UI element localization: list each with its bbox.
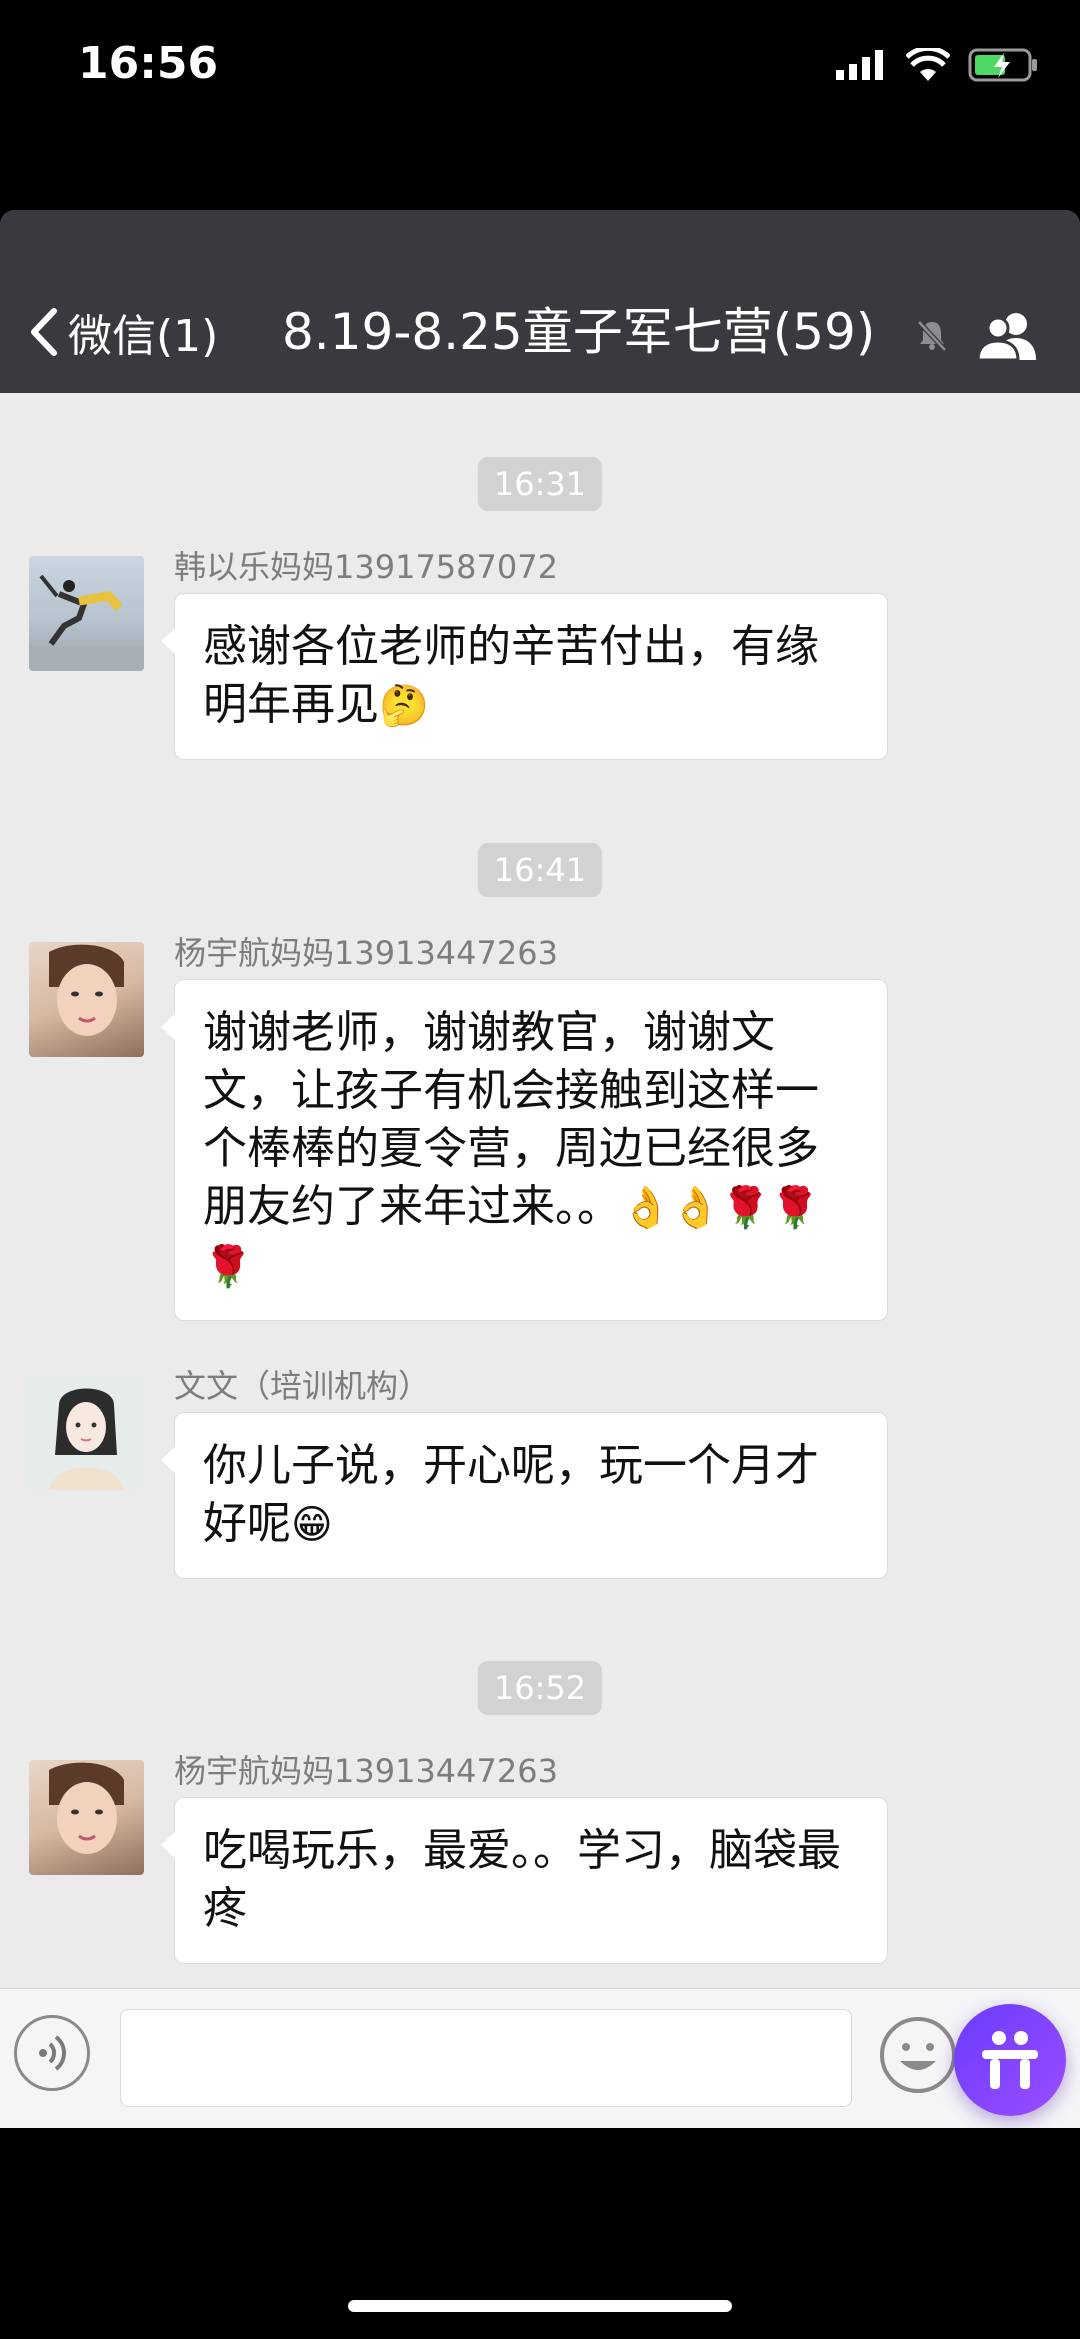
avatar[interactable]: [29, 942, 144, 1057]
mute-bell-icon: [917, 320, 947, 352]
battery-charging-icon: [968, 48, 1037, 82]
emoji-icon[interactable]: [878, 2015, 958, 2095]
status-time: 16:56: [78, 38, 219, 89]
sender-name: 韩以乐妈妈13917587072: [174, 548, 558, 586]
message-emoji: 🤔: [379, 683, 429, 729]
input-bar: [0, 1988, 1080, 2129]
message-input[interactable]: [120, 2009, 852, 2107]
message-text: 感谢各位老师的辛苦付出，有缘明年再见: [203, 621, 819, 730]
chat-title: 8.19-8.25童子军七营(59): [282, 303, 876, 361]
assistant-fab[interactable]: [954, 2004, 1066, 2116]
message-bubble[interactable]: 感谢各位老师的辛苦付出，有缘明年再见🤔: [161, 593, 888, 760]
message-bubble[interactable]: 谢谢老师，谢谢教官，谢谢文文，让孩子有机会接触到这样一个棒棒的夏令营，周边已经很…: [161, 979, 888, 1321]
sender-name: 杨宇航妈妈13913447263: [174, 1752, 558, 1790]
avatar[interactable]: [29, 1760, 144, 1875]
chevron-left-icon: [31, 308, 57, 356]
group-members-icon[interactable]: [976, 310, 1044, 362]
assistant-fab-icon: [982, 2031, 1038, 2089]
avatar[interactable]: [29, 1375, 144, 1490]
timestamp: 16:52: [477, 1661, 603, 1715]
status-bar: 16:56: [0, 0, 1080, 130]
chat-messages[interactable]: 16:31 韩以乐妈妈13917587072 感谢各位老师的辛苦付出，有缘明年再…: [0, 393, 1080, 1988]
wifi-icon: [906, 48, 950, 81]
home-indicator[interactable]: [348, 2300, 732, 2312]
sender-name: 文文（培训机构）: [174, 1367, 431, 1405]
message-bubble[interactable]: 吃喝玩乐，最爱。。学习，脑袋最疼: [161, 1797, 888, 1964]
voice-button[interactable]: [14, 2015, 90, 2091]
avatar[interactable]: [29, 556, 144, 671]
back-button[interactable]: 微信(1): [28, 302, 218, 362]
timestamp: 16:41: [477, 843, 603, 897]
voice-icon: [39, 2035, 66, 2071]
back-label: 微信(1): [68, 311, 219, 362]
timestamp: 16:31: [477, 457, 603, 511]
chat-header: 微信(1) 8.19-8.25童子军七营(59): [0, 210, 1080, 393]
status-icons: [836, 48, 1040, 82]
signal-icon: [836, 50, 883, 80]
message-emoji: 😁: [291, 1502, 333, 1548]
sender-name: 杨宇航妈妈13913447263: [174, 934, 558, 972]
message-text: 吃喝玩乐，最爱。。学习，脑袋最疼: [203, 1825, 841, 1934]
message-bubble[interactable]: 你儿子说，开心呢，玩一个月才好呢😁: [161, 1412, 888, 1579]
